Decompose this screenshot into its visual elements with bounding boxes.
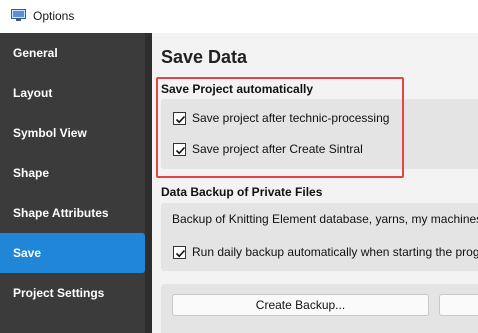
- backup-info-text: Backup of Knitting Element database, yar…: [172, 212, 478, 226]
- backup-group: Backup of Knitting Element database, yar…: [161, 203, 478, 271]
- sidebar: General Layout Symbol View Shape Shape A…: [0, 33, 152, 333]
- highlight-annotation: [156, 77, 404, 178]
- sidebar-item-shape[interactable]: Shape: [0, 153, 145, 193]
- backup-actions-group: Create Backup...: [161, 284, 478, 333]
- sidebar-item-general[interactable]: General: [0, 33, 145, 73]
- sidebar-item-project-settings[interactable]: Project Settings: [0, 273, 145, 313]
- daily-backup-option[interactable]: Run daily backup automatically when star…: [173, 243, 478, 261]
- window-title: Options: [33, 9, 75, 23]
- secondary-backup-button[interactable]: [439, 294, 478, 316]
- backup-heading: Data Backup of Private Files: [161, 185, 323, 199]
- sidebar-item-symbol-view[interactable]: Symbol View: [0, 113, 145, 153]
- create-backup-button[interactable]: Create Backup...: [172, 294, 429, 316]
- title-bar: Options: [0, 0, 478, 33]
- daily-backup-checkbox[interactable]: [173, 245, 186, 259]
- sidebar-item-layout[interactable]: Layout: [0, 73, 145, 113]
- sidebar-item-shape-attributes[interactable]: Shape Attributes: [0, 193, 145, 233]
- app-icon: [11, 9, 26, 22]
- sidebar-scrollbar[interactable]: [145, 33, 152, 333]
- sidebar-item-save[interactable]: Save: [0, 233, 145, 273]
- page-title: Save Data: [161, 47, 248, 67]
- daily-backup-label: Run daily backup automatically when star…: [192, 245, 478, 259]
